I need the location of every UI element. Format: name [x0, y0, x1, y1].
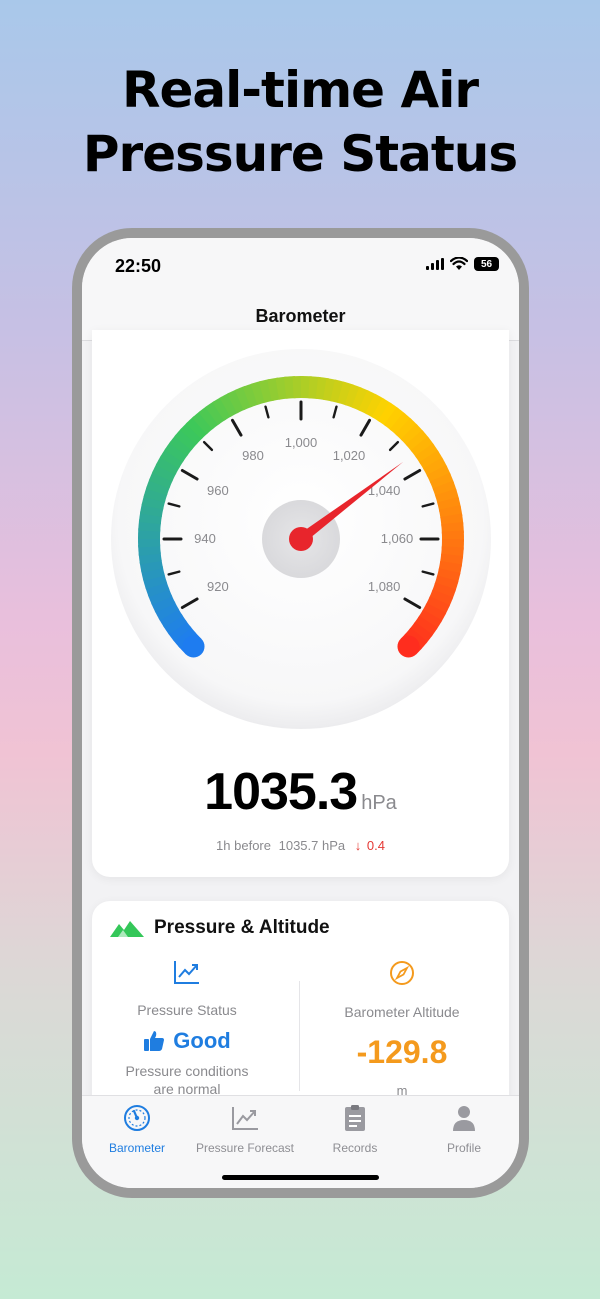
headline-line-2: Pressure Status [82, 125, 518, 183]
home-indicator [222, 1175, 379, 1180]
wifi-icon [450, 257, 468, 270]
pressure-status-value: Good [92, 1028, 282, 1054]
status-bar: 22:50 56 [82, 238, 519, 293]
card-title: Pressure & Altitude [154, 917, 330, 938]
tab-label-barometer: Barometer [108, 1141, 166, 1155]
gauge-tick-label: 1,080 [368, 579, 401, 594]
compass-icon [390, 961, 414, 985]
card-header: Pressure & Altitude [110, 917, 330, 939]
pressure-status-text: Good [173, 1028, 231, 1053]
down-arrow-icon: ↓ [354, 838, 362, 853]
gauge-arc-cap [397, 635, 420, 658]
gauge-tick-label: 1,020 [333, 448, 366, 463]
pressure-reading: 1035.3 hPa [92, 762, 509, 822]
tab-records[interactable]: Records [300, 1104, 410, 1155]
history-prefix: 1h before [216, 838, 271, 853]
altitude-label: Barometer Altitude [344, 1004, 460, 1020]
tab-profile[interactable]: Profile [409, 1104, 519, 1155]
mountain-icon [110, 921, 144, 937]
pressure-gauge: 9209409609801,0001,0201,0401,0601,080 [111, 349, 491, 729]
trend-chart-icon [174, 961, 199, 984]
pressure-value: 1035.3 [204, 763, 358, 821]
person-icon [453, 1106, 475, 1131]
gauge-tick-label: 920 [207, 579, 229, 594]
signal-icon [426, 258, 444, 270]
battery-icon: 56 [474, 257, 499, 271]
tab-barometer[interactable]: Barometer [82, 1104, 192, 1155]
gauge-tick-label: 940 [194, 531, 216, 546]
gauge-tick-label: 1,000 [285, 435, 318, 450]
headline-line-1: Real-time Air [122, 61, 479, 119]
pressure-status-label: Pressure Status [137, 1002, 237, 1018]
column-divider [299, 981, 300, 1091]
pressure-unit: hPa [361, 792, 397, 814]
thumbs-up-icon [144, 1031, 165, 1051]
pressure-status-column: Pressure Status Good Pressure conditions… [92, 959, 282, 1098]
gauge-icon [124, 1105, 150, 1131]
history-value: 1035.7 hPa [278, 838, 346, 853]
history-change: 0.4 [366, 838, 385, 853]
tab-bar: Barometer Pressure Forecast Records Prof… [82, 1095, 519, 1188]
description-line-1: Pressure conditions [125, 1063, 249, 1079]
status-icons: 56 [426, 257, 499, 271]
status-time: 22:50 [115, 256, 162, 276]
altitude-value: -129.8 [356, 1034, 448, 1070]
clipboard-icon [345, 1105, 365, 1131]
gauge-card: 920 940 960 980 1,000 1,020 1,040 1,060 1,080 10… [92, 330, 509, 877]
tab-label-records: Records [332, 1141, 378, 1155]
pressure-status-description: Pressure conditions are normal [92, 1062, 282, 1098]
gauge-tick-label: 1,060 [381, 531, 414, 546]
gauge-arc-cap [182, 635, 205, 658]
chart-icon [232, 1107, 258, 1130]
tab-pressure-forecast[interactable]: Pressure Forecast [190, 1104, 300, 1155]
gauge-tick-label: 980 [242, 448, 264, 463]
tab-label-pressure-forecast: Pressure Forecast [195, 1141, 295, 1155]
gauge-needle-cap [289, 527, 313, 551]
pressure-history: 1h before 1035.7 hPa ↓ 0.4 [92, 838, 509, 853]
phone-screen: 22:50 56 Barometer 920 940 960 980 1,000… [82, 238, 519, 1188]
headline: Real-time Air Pressure Status [0, 58, 600, 186]
tab-label-profile: Profile [446, 1141, 481, 1155]
altitude-column: Barometer Altitude -129.8 m [307, 959, 497, 1098]
gauge-tick-label: 960 [207, 483, 229, 498]
nav-title: Barometer [255, 306, 346, 326]
